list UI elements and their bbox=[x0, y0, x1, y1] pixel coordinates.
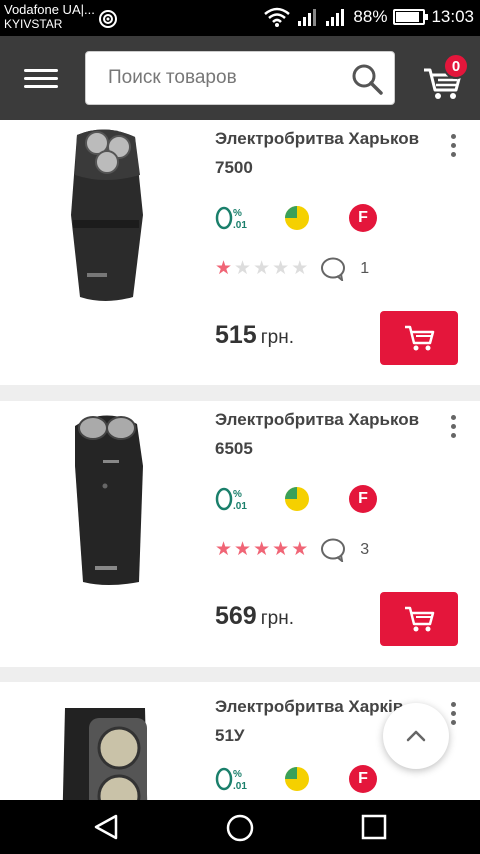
product-list[interactable]: Электробритва Харьков 7500 % .01 F ★ ★ ★… bbox=[0, 120, 480, 800]
hamburger-icon-bar bbox=[24, 77, 58, 80]
svg-text:.01: .01 bbox=[233, 781, 247, 792]
search-input[interactable] bbox=[108, 62, 338, 94]
product-image[interactable] bbox=[45, 700, 165, 800]
more-vertical-icon[interactable] bbox=[445, 415, 461, 443]
product-price: 515 грн. bbox=[215, 321, 294, 350]
menu-button[interactable] bbox=[24, 65, 58, 91]
f-badge: F bbox=[349, 204, 377, 232]
payment-parts-pie-icon bbox=[285, 767, 309, 791]
battery-percent: 88% bbox=[353, 7, 388, 26]
search-box[interactable] bbox=[85, 51, 395, 105]
reviews-count[interactable]: 1 bbox=[360, 260, 369, 278]
app-header: 0 bbox=[0, 36, 480, 120]
f-badge: F bbox=[349, 485, 377, 513]
star-icon: ★ bbox=[272, 539, 290, 560]
comment-icon[interactable] bbox=[320, 538, 346, 562]
reviews-count[interactable]: 3 bbox=[360, 541, 369, 559]
zero-percent-credit-icon: % .01 bbox=[215, 206, 247, 231]
payment-parts-pie-icon bbox=[285, 206, 309, 230]
price-currency: грн. bbox=[260, 327, 294, 348]
product-badges: % .01 F bbox=[215, 763, 395, 793]
svg-text:%: % bbox=[233, 769, 242, 780]
price-value: 569 bbox=[215, 602, 257, 630]
android-nav-bar bbox=[0, 800, 480, 854]
payment-parts-pie-icon bbox=[285, 487, 309, 511]
price-currency: грн. bbox=[260, 608, 294, 629]
battery-icon bbox=[393, 9, 429, 25]
cart-icon bbox=[405, 606, 435, 632]
product-name[interactable]: Электробритва Харьков 7500 bbox=[215, 124, 425, 182]
product-image[interactable] bbox=[45, 406, 165, 586]
star-icon: ★ bbox=[215, 539, 233, 560]
recent-square-icon[interactable] bbox=[361, 814, 387, 840]
star-icon: ★ bbox=[253, 258, 271, 279]
star-icon: ★ bbox=[215, 258, 233, 279]
zero-percent-credit-icon: % .01 bbox=[215, 767, 247, 792]
star-icon: ★ bbox=[234, 258, 252, 279]
chevron-up-icon bbox=[406, 730, 426, 742]
rating-row: ★ ★ ★ ★ ★ 3 bbox=[215, 538, 415, 562]
product-badges: % .01 F bbox=[215, 202, 395, 232]
add-to-cart-button[interactable] bbox=[380, 592, 458, 646]
cart-icon bbox=[405, 325, 435, 351]
hamburger-icon-bar bbox=[24, 69, 58, 72]
svg-text:.01: .01 bbox=[233, 220, 247, 231]
rating-row: ★ ★ ★ ★ ★ 1 bbox=[215, 257, 415, 281]
cart-count-badge[interactable]: 0 bbox=[443, 53, 469, 79]
star-icon: ★ bbox=[291, 258, 309, 279]
star-icon: ★ bbox=[272, 258, 290, 279]
carrier-info: Vodafone UA|... KYIVSTAR bbox=[4, 2, 95, 32]
product-badges: % .01 F bbox=[215, 483, 395, 513]
hamburger-icon-bar bbox=[24, 85, 58, 88]
home-circle-icon[interactable] bbox=[225, 813, 255, 843]
product-price: 569 грн. bbox=[215, 602, 294, 631]
carrier-name-1: Vodafone UA|... bbox=[4, 2, 95, 17]
product-card[interactable]: Электробритва Харьков 6505 % .01 F ★ ★ ★… bbox=[0, 401, 480, 667]
clock: 13:03 bbox=[431, 7, 474, 26]
scroll-to-top-button[interactable] bbox=[383, 703, 449, 769]
star-icon: ★ bbox=[234, 539, 252, 560]
product-image[interactable] bbox=[45, 125, 165, 305]
add-to-cart-button[interactable] bbox=[380, 311, 458, 365]
status-bar: Vodafone UA|... KYIVSTAR 88% 13:03 bbox=[0, 0, 480, 36]
back-triangle-icon[interactable] bbox=[92, 813, 120, 841]
signal-icon-1 bbox=[298, 9, 317, 26]
search-icon[interactable] bbox=[350, 62, 384, 96]
comment-icon[interactable] bbox=[320, 257, 346, 281]
zero-percent-credit-icon: % .01 bbox=[215, 487, 247, 512]
svg-text:%: % bbox=[233, 208, 242, 219]
more-vertical-icon[interactable] bbox=[445, 134, 461, 162]
carrier-name-2: KYIVSTAR bbox=[4, 17, 63, 31]
signal-icon-2 bbox=[326, 9, 345, 26]
svg-text:.01: .01 bbox=[233, 501, 247, 512]
product-name[interactable]: Электробритва Харьков 6505 bbox=[215, 405, 425, 463]
wifi-icon bbox=[264, 7, 291, 27]
f-badge: F bbox=[349, 765, 377, 793]
battery-fill bbox=[396, 12, 420, 22]
product-card[interactable]: Электробритва Харьков 7500 % .01 F ★ ★ ★… bbox=[0, 120, 480, 385]
price-value: 515 bbox=[215, 321, 257, 349]
svg-text:%: % bbox=[233, 489, 242, 500]
star-icon: ★ bbox=[253, 539, 271, 560]
star-icon: ★ bbox=[291, 539, 309, 560]
hotspot-icon bbox=[99, 10, 117, 28]
